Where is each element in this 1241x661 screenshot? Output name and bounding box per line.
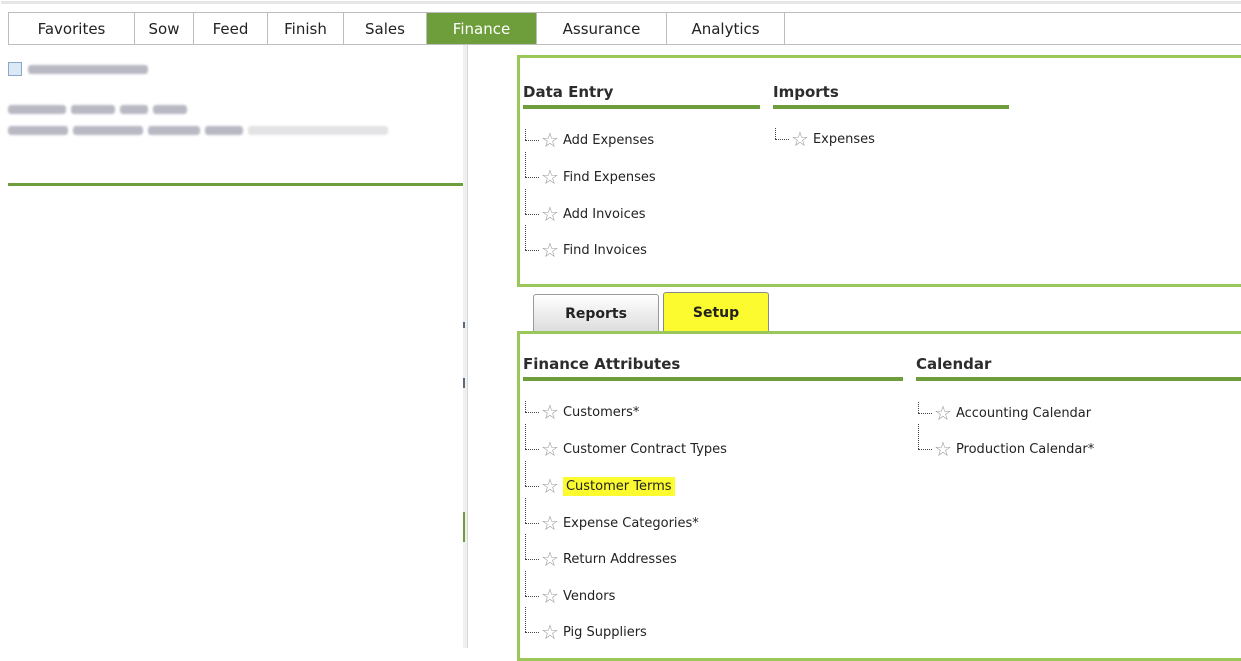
star-icon[interactable]: ☆ <box>541 240 559 260</box>
star-icon[interactable]: ☆ <box>541 439 559 459</box>
star-icon[interactable]: ☆ <box>541 586 559 606</box>
star-icon[interactable]: ☆ <box>541 204 559 224</box>
star-icon[interactable]: ☆ <box>791 129 809 149</box>
pig-suppliers-link[interactable]: ☆ Pig Suppliers <box>523 607 647 642</box>
imports-header: Imports <box>773 83 1009 109</box>
calendar-header: Calendar <box>916 355 1241 381</box>
data-entry-panel: Data Entry Imports ☆ Add Expenses ☆ Find… <box>517 55 1241 287</box>
customer-terms-link[interactable]: ☆ Customer Terms <box>523 461 675 496</box>
setup-panel: Finance Attributes Calendar ☆ Customers*… <box>517 331 1241 661</box>
star-icon[interactable]: ☆ <box>541 622 559 642</box>
add-expenses-link[interactable]: ☆ Add Expenses <box>523 129 654 150</box>
splitter-bar[interactable] <box>463 45 468 648</box>
nav-tab-finish[interactable]: Finish <box>268 13 344 44</box>
customer-contract-types-link[interactable]: ☆ Customer Contract Types <box>523 424 727 459</box>
customers-link[interactable]: ☆ Customers* <box>523 401 639 422</box>
find-invoices-link[interactable]: ☆ Find Invoices <box>523 225 647 260</box>
star-icon[interactable]: ☆ <box>541 513 559 533</box>
logo-image <box>8 60 158 78</box>
imports-section: Imports <box>773 83 1009 109</box>
tab-reports[interactable]: Reports <box>533 294 659 332</box>
tab-setup[interactable]: Setup <box>663 292 769 332</box>
star-icon[interactable]: ☆ <box>541 167 559 187</box>
star-icon[interactable]: ☆ <box>541 402 559 422</box>
data-entry-header: Data Entry <box>523 83 760 109</box>
import-expenses-link[interactable]: ☆ Expenses <box>773 128 875 149</box>
star-icon[interactable]: ☆ <box>541 476 559 496</box>
accounting-calendar-link[interactable]: ☆ Accounting Calendar <box>916 402 1091 423</box>
vendors-link[interactable]: ☆ Vendors <box>523 571 615 606</box>
return-addresses-link[interactable]: ☆ Return Addresses <box>523 534 677 569</box>
production-calendar-link[interactable]: ☆ Production Calendar* <box>916 424 1094 459</box>
nav-tab-assurance[interactable]: Assurance <box>537 13 667 44</box>
star-icon[interactable]: ☆ <box>541 549 559 569</box>
blurred-company-name <box>8 105 187 114</box>
star-icon[interactable]: ☆ <box>934 403 952 423</box>
broken-image-icon <box>8 62 22 76</box>
nav-tab-feed[interactable]: Feed <box>194 13 268 44</box>
blurred-change-company <box>8 126 388 135</box>
left-panel-divider <box>8 183 464 186</box>
data-entry-section: Data Entry <box>523 83 760 109</box>
find-expenses-link[interactable]: ☆ Find Expenses <box>523 152 656 187</box>
top-nav: Favorites Sow Feed Finish Sales Finance … <box>1 1 1241 45</box>
nav-tab-sow[interactable]: Sow <box>135 13 194 44</box>
star-icon[interactable]: ☆ <box>934 439 952 459</box>
star-icon[interactable]: ☆ <box>541 130 559 150</box>
nav-tab-analytics[interactable]: Analytics <box>667 13 785 44</box>
calendar-section: Calendar <box>916 355 1241 381</box>
nav-tab-sales[interactable]: Sales <box>344 13 427 44</box>
finance-attributes-header: Finance Attributes <box>523 355 903 381</box>
add-invoices-link[interactable]: ☆ Add Invoices <box>523 189 646 224</box>
finance-attributes-section: Finance Attributes <box>523 355 903 381</box>
left-panel <box>8 55 464 185</box>
nav-tab-favorites[interactable]: Favorites <box>9 13 135 44</box>
nav-tab-finance[interactable]: Finance <box>427 13 537 44</box>
expense-categories-link[interactable]: ☆ Expense Categories* <box>523 498 699 533</box>
